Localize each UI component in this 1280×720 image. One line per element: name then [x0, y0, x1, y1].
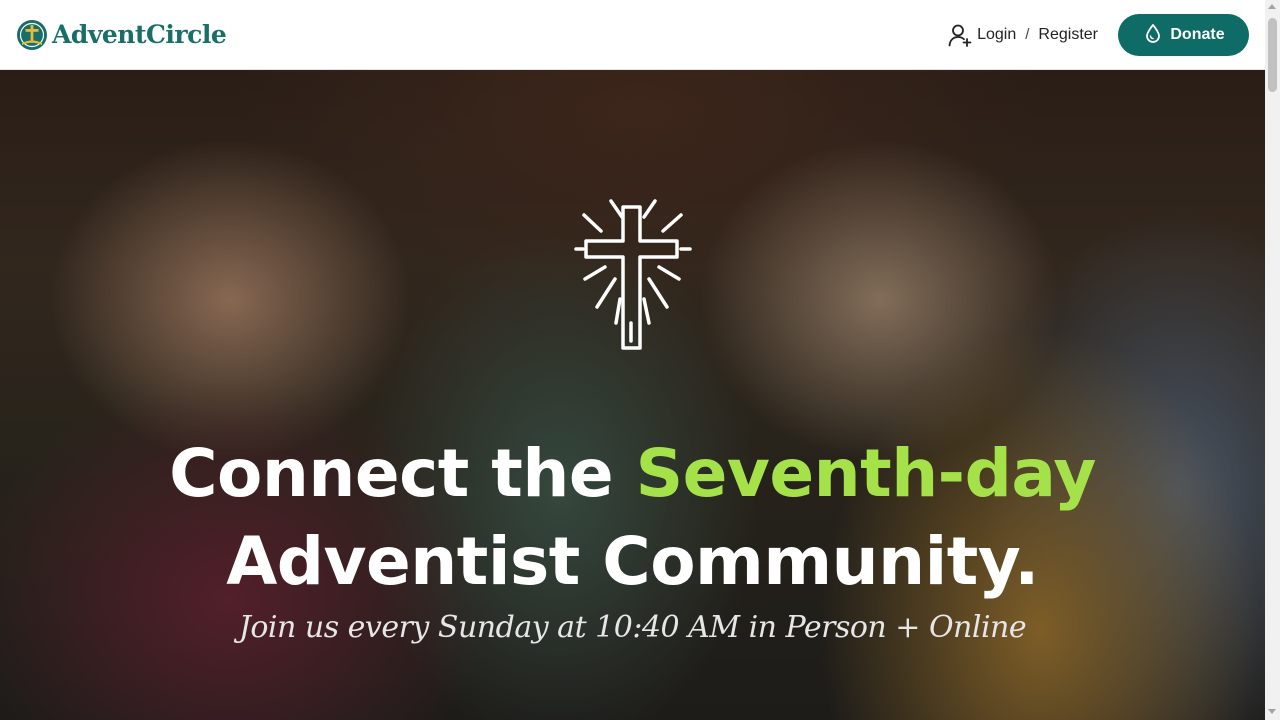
hero-subtitle: Join us every Sunday at 10:40 AM in Pers…	[238, 610, 1027, 645]
hero-title-part2: Adventist Community.	[226, 523, 1039, 600]
nav-separator: /	[1025, 26, 1030, 43]
radiant-cross-icon	[574, 199, 692, 350]
donate-button[interactable]: Donate	[1118, 13, 1249, 56]
brand-logo-link[interactable]: AdventCircle	[16, 19, 227, 51]
register-link[interactable]: Register	[1038, 26, 1098, 44]
drop-icon	[1146, 23, 1161, 43]
scroll-up-icon[interactable]	[1268, 4, 1276, 9]
scrollbar-thumb[interactable]	[1268, 18, 1277, 92]
hero-section: Connect the Seventh-day Adventist Commun…	[0, 70, 1265, 720]
brand-name: AdventCircle	[52, 20, 227, 49]
site-header: AdventCircle Login / Register Donate	[0, 0, 1265, 70]
user-plus-icon[interactable]	[947, 22, 973, 48]
header-nav: Login / Register Donate	[947, 13, 1249, 56]
scroll-down-icon[interactable]	[1268, 709, 1276, 714]
advent-circle-logo-icon	[17, 19, 47, 50]
login-link[interactable]: Login	[977, 26, 1016, 44]
hero-title: Connect the Seventh-day Adventist Commun…	[0, 430, 1265, 606]
donate-label: Donate	[1170, 25, 1225, 43]
hero-title-accent: Seventh-day	[635, 435, 1097, 512]
page: AdventCircle Login / Register Donate Con…	[0, 0, 1265, 720]
hero-title-part1: Connect the	[169, 435, 636, 512]
page-scrollbar[interactable]	[1265, 0, 1280, 720]
